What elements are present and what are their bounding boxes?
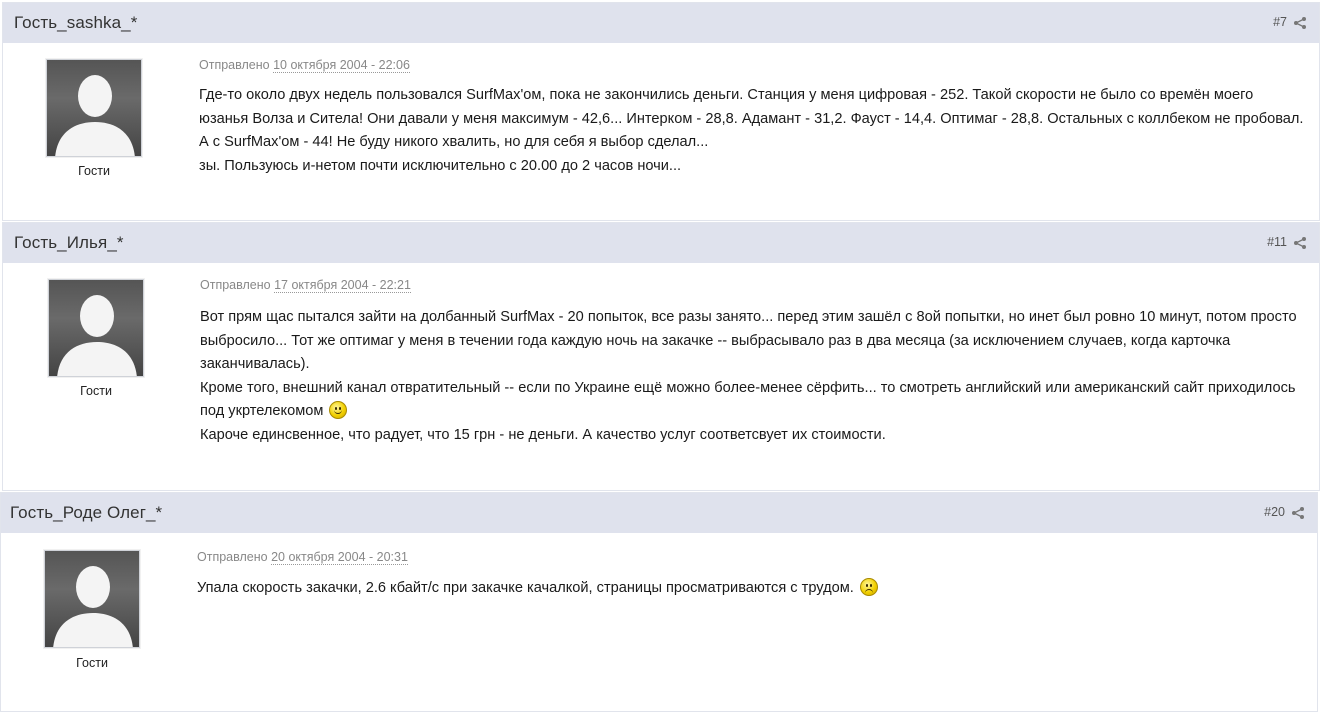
- post-number-link[interactable]: #20: [1264, 505, 1285, 519]
- share-icon[interactable]: [1293, 236, 1307, 250]
- user-group-label: Гости: [80, 384, 112, 398]
- post-text-line: Вот прям щас пытался зайти на долбанный …: [200, 309, 1297, 372]
- smile-emoticon-icon: [329, 401, 348, 419]
- post-content: Где-то около двух недель пользовался Sur…: [199, 84, 1304, 178]
- share-icon[interactable]: [1291, 506, 1305, 520]
- post-author-name[interactable]: Гость_Илья_*: [14, 233, 124, 253]
- post-date[interactable]: 17 октября 2004 - 22:21: [274, 278, 411, 293]
- forum-post: Гость_Роде Олег_* #20 Гости Отправлено 2…: [0, 492, 1318, 712]
- forum-post: Гость_sashka_* #7 Гости Отправлено 10 ок…: [2, 2, 1320, 221]
- post-text-line: Упала скорость закачки, 2.6 кбайт/с при …: [197, 577, 1302, 601]
- avatar[interactable]: [44, 550, 140, 648]
- post-header: Гость_sashka_* #7: [3, 3, 1319, 43]
- avatar[interactable]: [48, 279, 144, 377]
- post-number-link[interactable]: #11: [1267, 235, 1287, 249]
- post-header: Гость_Роде Олег_* #20: [1, 493, 1317, 533]
- post-meta: Отправлено 17 октября 2004 - 22:21: [200, 278, 411, 293]
- user-silhouette-icon: [55, 75, 135, 156]
- post-text-line: Кароче единсвенное, что радует, что 15 г…: [200, 426, 886, 443]
- sad-emoticon-icon: [859, 578, 878, 596]
- sent-label: Отправлено: [197, 550, 268, 564]
- user-group-label: Гости: [76, 656, 108, 670]
- sent-label: Отправлено: [200, 278, 271, 292]
- sent-label: Отправлено: [199, 58, 270, 72]
- post-text-line: Где-то около двух недель пользовался Sur…: [199, 87, 1304, 150]
- forum-post: Гость_Илья_* #11 Гости Отправлено 17 окт…: [2, 222, 1320, 491]
- share-icon[interactable]: [1293, 16, 1307, 30]
- user-silhouette-icon: [57, 295, 137, 376]
- post-date[interactable]: 10 октября 2004 - 22:06: [273, 58, 410, 73]
- post-text-line: Кроме того, внешний канал отвратительный…: [200, 377, 1305, 424]
- user-group-label: Гости: [78, 164, 110, 178]
- post-content: Упала скорость закачки, 2.6 кбайт/с при …: [197, 577, 1302, 601]
- avatar[interactable]: [46, 59, 142, 157]
- post-number-link[interactable]: #7: [1273, 15, 1287, 29]
- post-author-name[interactable]: Гость_sashka_*: [14, 13, 137, 33]
- user-silhouette-icon: [53, 566, 133, 647]
- post-content: Вот прям щас пытался зайти на долбанный …: [200, 306, 1305, 447]
- post-meta: Отправлено 20 октября 2004 - 20:31: [197, 550, 408, 565]
- post-meta: Отправлено 10 октября 2004 - 22:06: [199, 58, 410, 73]
- post-text-line: зы. Пользуюсь и-нетом почти исключительн…: [199, 157, 682, 174]
- post-date[interactable]: 20 октября 2004 - 20:31: [271, 550, 408, 565]
- post-text-segment: Упала скорость закачки, 2.6 кбайт/с при …: [197, 580, 854, 596]
- post-header: Гость_Илья_* #11: [3, 223, 1319, 263]
- post-text-segment: Кроме того, внешний канал отвратительный…: [200, 379, 1296, 420]
- post-author-name[interactable]: Гость_Роде Олег_*: [10, 503, 162, 523]
